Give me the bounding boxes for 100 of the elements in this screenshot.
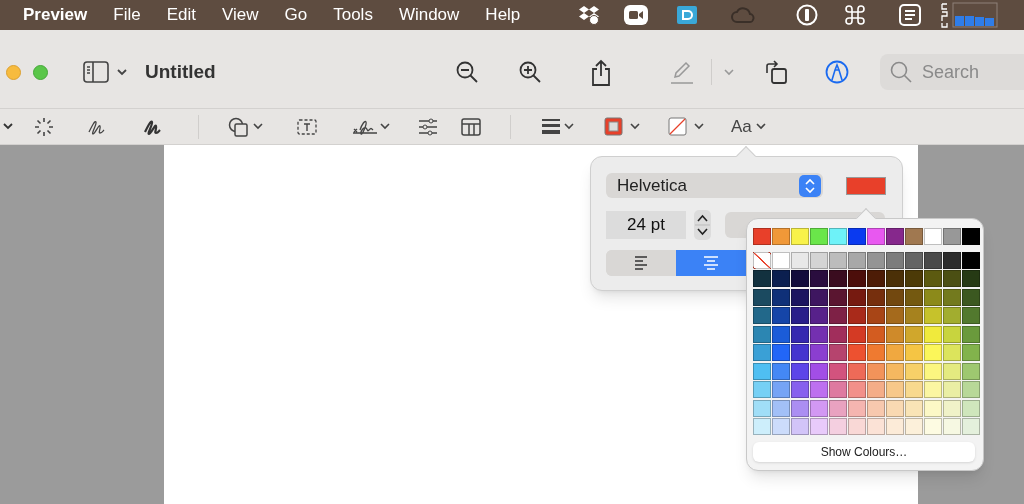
- color-swatch[interactable]: [867, 418, 885, 435]
- color-swatch[interactable]: [886, 325, 904, 343]
- caret-icon[interactable]: [630, 123, 640, 130]
- color-swatch[interactable]: [753, 381, 771, 398]
- color-swatch[interactable]: [753, 270, 771, 287]
- size-field[interactable]: 24 pt: [606, 211, 686, 239]
- color-swatch[interactable]: [829, 344, 847, 361]
- color-swatch[interactable]: [772, 344, 790, 361]
- zoom-in-icon[interactable]: [519, 61, 541, 83]
- color-swatch[interactable]: [791, 344, 809, 361]
- color-swatch[interactable]: [848, 288, 866, 306]
- color-swatch[interactable]: [924, 270, 942, 287]
- color-swatch[interactable]: [943, 270, 961, 287]
- caret-icon[interactable]: [694, 123, 704, 130]
- color-swatch[interactable]: [791, 307, 809, 324]
- color-swatch[interactable]: [867, 381, 885, 398]
- cloud-icon[interactable]: [730, 6, 756, 24]
- color-swatch[interactable]: [943, 344, 961, 361]
- color-swatch[interactable]: [791, 362, 809, 380]
- color-swatch[interactable]: [962, 288, 980, 306]
- color-swatch[interactable]: [810, 344, 828, 361]
- color-swatch[interactable]: [753, 344, 771, 361]
- color-swatch[interactable]: [867, 288, 885, 306]
- color-well[interactable]: [846, 176, 886, 195]
- color-swatch[interactable]: [943, 307, 961, 324]
- color-swatch[interactable]: [810, 251, 828, 269]
- color-swatch[interactable]: [886, 344, 904, 361]
- color-swatch[interactable]: [791, 325, 809, 343]
- color-swatch[interactable]: [753, 325, 771, 343]
- menu-item[interactable]: Edit: [166, 2, 196, 28]
- show-colours-button[interactable]: Show Colours…: [753, 442, 975, 462]
- color-swatch[interactable]: [810, 307, 828, 324]
- magic-wand-icon[interactable]: [34, 116, 54, 137]
- text-box-icon[interactable]: [297, 118, 317, 135]
- page-layout-icon[interactable]: [461, 117, 481, 136]
- color-swatch[interactable]: [848, 344, 866, 361]
- color-swatch[interactable]: [962, 399, 980, 417]
- color-swatch[interactable]: [753, 418, 771, 435]
- caret-icon[interactable]: [380, 123, 390, 130]
- color-swatch[interactable]: [905, 228, 923, 245]
- caret-icon[interactable]: [117, 68, 127, 76]
- color-swatch[interactable]: [829, 288, 847, 306]
- color-swatch[interactable]: [905, 399, 923, 417]
- color-swatch[interactable]: [943, 362, 961, 380]
- line-style-icon[interactable]: [542, 119, 560, 134]
- caret-icon[interactable]: [564, 123, 574, 130]
- color-swatch[interactable]: [924, 228, 942, 245]
- color-swatch[interactable]: [867, 270, 885, 287]
- color-swatch[interactable]: [943, 399, 961, 417]
- color-swatch[interactable]: [829, 399, 847, 417]
- color-swatch[interactable]: [867, 251, 885, 269]
- color-swatch[interactable]: [810, 228, 828, 245]
- color-swatch[interactable]: [848, 418, 866, 435]
- color-swatch[interactable]: [772, 251, 790, 269]
- color-swatch[interactable]: [905, 288, 923, 306]
- color-swatch[interactable]: [886, 307, 904, 324]
- color-swatch[interactable]: [791, 270, 809, 287]
- color-swatch[interactable]: [886, 399, 904, 417]
- command-icon[interactable]: [845, 5, 865, 25]
- color-swatch[interactable]: [905, 307, 923, 324]
- color-swatch[interactable]: [848, 362, 866, 380]
- color-swatch[interactable]: [848, 325, 866, 343]
- shapes-icon[interactable]: [228, 116, 248, 137]
- color-swatch[interactable]: [810, 288, 828, 306]
- text-style-button[interactable]: Aa: [731, 113, 766, 140]
- color-swatch[interactable]: [886, 418, 904, 435]
- box-icon[interactable]: [578, 5, 600, 25]
- color-swatch[interactable]: [829, 418, 847, 435]
- menu-item[interactable]: Go: [284, 2, 308, 28]
- color-swatch[interactable]: [810, 270, 828, 287]
- no-color-swatch[interactable]: [753, 251, 771, 269]
- color-swatch[interactable]: [886, 270, 904, 287]
- color-swatch[interactable]: [772, 362, 790, 380]
- zoom-out-icon[interactable]: [456, 61, 478, 83]
- lock-icon[interactable]: [796, 4, 818, 26]
- color-swatch[interactable]: [772, 288, 790, 306]
- border-color-icon[interactable]: [604, 117, 623, 136]
- color-swatch[interactable]: [867, 325, 885, 343]
- color-swatch[interactable]: [905, 251, 923, 269]
- color-swatch[interactable]: [962, 325, 980, 343]
- color-swatch[interactable]: [924, 399, 942, 417]
- menu-item[interactable]: Help: [485, 2, 521, 28]
- pencil-icon[interactable]: [670, 60, 694, 84]
- caret-icon[interactable]: [253, 123, 263, 130]
- color-swatch[interactable]: [905, 418, 923, 435]
- color-swatch[interactable]: [886, 362, 904, 380]
- color-swatch[interactable]: [791, 288, 809, 306]
- app-icon[interactable]: [676, 5, 698, 25]
- notes-icon[interactable]: [899, 4, 921, 26]
- color-swatch[interactable]: [772, 270, 790, 287]
- color-swatch[interactable]: [943, 288, 961, 306]
- color-swatch[interactable]: [829, 307, 847, 324]
- color-swatch[interactable]: [943, 381, 961, 398]
- stepper-icon[interactable]: [694, 210, 711, 240]
- color-swatch[interactable]: [753, 288, 771, 306]
- video-camera-icon[interactable]: [624, 5, 648, 25]
- color-swatch[interactable]: [867, 228, 885, 245]
- zoom-button[interactable]: [33, 64, 48, 80]
- color-swatch[interactable]: [829, 362, 847, 380]
- color-swatch[interactable]: [905, 381, 923, 398]
